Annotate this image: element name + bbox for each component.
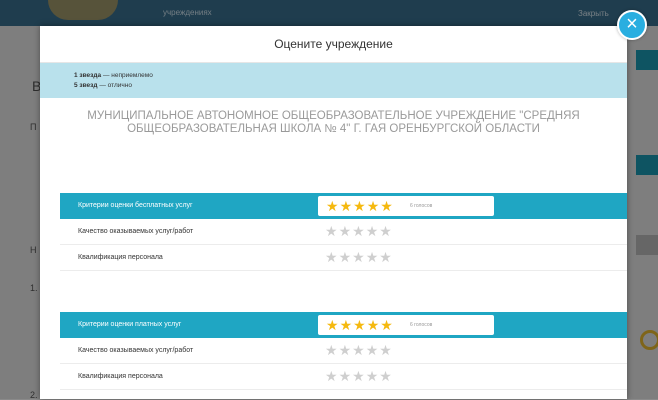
star-icon[interactable]: ★	[352, 250, 365, 264]
criterion-row: Квалификация персонала ★ ★ ★ ★ ★	[60, 245, 627, 271]
section-label: Критерии оценки платных услуг	[78, 321, 182, 328]
rating-legend: 1 звезда — неприемлемо 5 звезд — отлично	[40, 63, 627, 98]
star-icon[interactable]: ★	[366, 343, 379, 357]
section-label: Критерии оценки бесплатных услуг	[78, 202, 193, 209]
star-icon[interactable]: ★	[352, 369, 365, 383]
criterion-label: Качество оказываемых услуг/работ	[78, 347, 194, 354]
star-icon: ★	[326, 198, 339, 214]
star-icon[interactable]: ★	[339, 224, 352, 238]
star-icon: ★	[353, 198, 366, 214]
star-icon: ★	[380, 198, 393, 214]
star-icon: ★	[366, 198, 380, 214]
legend-max-stars: 5 звезд	[74, 82, 98, 89]
section-rating: ★ ★ ★ ★ ★ 6 голосов	[318, 196, 494, 216]
star-icon[interactable]: ★	[325, 369, 338, 383]
criterion-star-input: ★ ★ ★ ★ ★	[325, 250, 393, 264]
criterion-star-input: ★ ★ ★ ★ ★	[325, 369, 393, 383]
star-icon[interactable]: ★	[379, 224, 392, 238]
star-icon: ★	[326, 317, 339, 333]
criterion-star-input: ★ ★ ★ ★ ★	[325, 343, 393, 357]
star-icon: ★	[380, 317, 393, 333]
legend-line-min: 1 звезда — неприемлемо	[74, 72, 153, 79]
criterion-label: Качество оказываемых услуг/работ	[78, 228, 194, 235]
star-icon[interactable]: ★	[325, 250, 338, 264]
close-icon[interactable]: ×	[617, 10, 647, 40]
criterion-star-input: ★ ★ ★ ★ ★	[325, 224, 393, 238]
star-icon[interactable]: ★	[366, 369, 379, 383]
modal-title: Оцените учреждение	[40, 26, 627, 63]
star-icon[interactable]: ★	[325, 343, 338, 357]
rating-modal: Оцените учреждение 1 звезда — неприемлем…	[40, 26, 627, 399]
star-icon[interactable]: ★	[339, 369, 352, 383]
star-icon: ★	[339, 317, 353, 333]
criterion-row: Качество оказываемых услуг/работ ★ ★ ★ ★…	[60, 338, 627, 364]
section-rating: ★ ★ ★ ★ ★ 6 голосов	[318, 315, 494, 335]
legend-min-text: — неприемлемо	[101, 72, 153, 79]
votes-count: 6 голосов	[410, 203, 433, 209]
criterion-row: Качество оказываемых услуг/работ ★ ★ ★ ★…	[60, 219, 627, 245]
section-paid-services: Критерии оценки платных услуг ★ ★ ★ ★ ★ …	[60, 312, 627, 338]
star-icon[interactable]: ★	[379, 369, 392, 383]
star-icon[interactable]: ★	[339, 250, 352, 264]
star-icon[interactable]: ★	[366, 250, 379, 264]
star-icon[interactable]: ★	[366, 224, 379, 238]
criterion-label: Квалификация персонала	[78, 373, 163, 380]
star-icon[interactable]: ★	[339, 343, 352, 357]
star-icon[interactable]: ★	[379, 250, 392, 264]
section-rating-stars: ★ ★ ★ ★ ★	[326, 199, 394, 213]
legend-max-text: — отлично	[97, 82, 132, 89]
star-icon[interactable]: ★	[352, 343, 365, 357]
star-icon[interactable]: ★	[379, 343, 392, 357]
star-icon: ★	[366, 317, 380, 333]
star-icon[interactable]: ★	[325, 224, 338, 238]
organization-name: МУНИЦИПАЛЬНОЕ АВТОНОМНОЕ ОБЩЕОБРАЗОВАТЕЛ…	[87, 110, 580, 135]
criterion-label: Квалификация персонала	[78, 254, 163, 261]
star-icon: ★	[339, 198, 353, 214]
legend-line-max: 5 звезд — отлично	[74, 82, 132, 89]
criterion-row: Квалификация персонала ★ ★ ★ ★ ★	[60, 364, 627, 390]
votes-count: 6 голосов	[410, 322, 433, 328]
section-rating-stars: ★ ★ ★ ★ ★	[326, 318, 394, 332]
section-free-services: Критерии оценки бесплатных услуг ★ ★ ★ ★…	[60, 193, 627, 219]
star-icon[interactable]: ★	[352, 224, 365, 238]
legend-min-stars: 1 звезда	[74, 72, 102, 79]
star-icon: ★	[353, 317, 366, 333]
